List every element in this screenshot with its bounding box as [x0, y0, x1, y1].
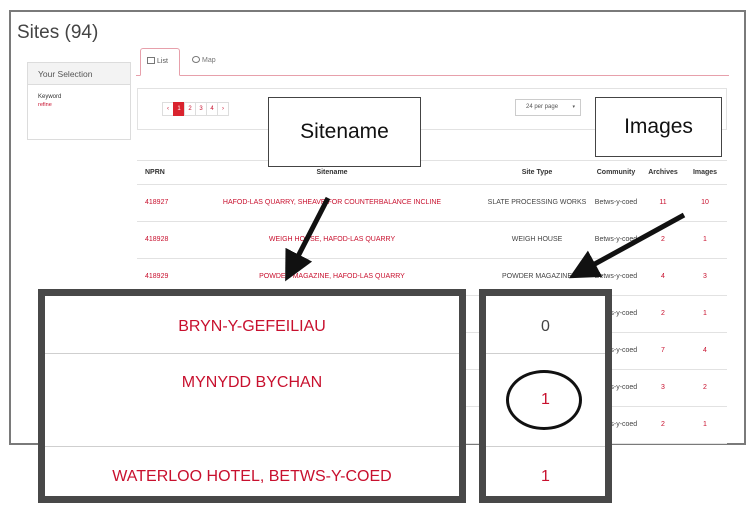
tab-map[interactable]: Map: [186, 48, 222, 76]
sitename-zoom-box: BRYN-Y-GEFEILIAU MYNYDD BYCHAN WATERLOO …: [38, 289, 466, 503]
images-link[interactable]: 2: [687, 370, 723, 406]
archives-link[interactable]: 4: [643, 259, 683, 295]
globe-icon: [192, 56, 200, 63]
nprn-link[interactable]: 418927: [145, 185, 189, 221]
zoom-divider: [486, 446, 605, 447]
view-tabs: List Map: [136, 48, 729, 76]
tab-list-label: List: [157, 58, 168, 65]
zoom-images-3[interactable]: 1: [486, 456, 605, 498]
zoom-images-2[interactable]: 1: [486, 380, 605, 420]
list-icon: [147, 57, 155, 64]
sitename-link[interactable]: HAFOD-LAS QUARRY, SHEAVE FOR COUNTERBALA…: [197, 185, 467, 221]
archives-link[interactable]: 2: [643, 222, 683, 258]
site-type-cell: WEIGH HOUSE: [511, 236, 563, 243]
per-page-value: 24 per page: [526, 104, 559, 110]
archives-link[interactable]: 2: [643, 407, 683, 443]
zoom-sitename-1[interactable]: BRYN-Y-GEFEILIAU: [45, 306, 459, 348]
archives-link[interactable]: 7: [643, 333, 683, 369]
refine-link[interactable]: refine: [38, 102, 130, 108]
zoom-sitename-2[interactable]: MYNYDD BYCHAN: [45, 363, 459, 403]
nprn-link[interactable]: 418928: [145, 222, 189, 258]
archives-link[interactable]: 2: [643, 296, 683, 332]
header-nprn[interactable]: NPRN: [145, 161, 189, 184]
images-link[interactable]: 1: [687, 296, 723, 332]
archives-link[interactable]: 3: [643, 370, 683, 406]
images-link[interactable]: 3: [687, 259, 723, 295]
tab-map-label: Map: [202, 57, 216, 64]
images-callout: Images: [595, 97, 722, 157]
pagination: ‹ 1 2 3 4 ›: [162, 102, 229, 116]
header-archives[interactable]: Archives: [643, 161, 683, 184]
your-selection-header: Your Selection: [28, 63, 130, 85]
zoom-sitename-3[interactable]: WATERLOO HOTEL, BETWS-Y-COED: [45, 456, 459, 498]
site-type-cell: SLATE PROCESSING WORKS: [487, 199, 587, 206]
community-cell: Betws-y-coed: [594, 236, 638, 243]
images-link[interactable]: 1: [687, 407, 723, 443]
table-header-row: NPRN Sitename Site Type Community Archiv…: [137, 161, 727, 185]
table-row: 418927 HAFOD-LAS QUARRY, SHEAVE FOR COUN…: [137, 185, 727, 222]
your-selection-panel: Your Selection Keyword refine: [27, 62, 131, 140]
images-link[interactable]: 10: [687, 185, 723, 221]
pager-next[interactable]: ›: [217, 102, 229, 116]
table-row: 418928 WEIGH HOUSE, HAFOD-LAS QUARRY WEI…: [137, 222, 727, 259]
zoom-divider: [45, 353, 459, 354]
page-title: Sites (94): [17, 22, 99, 43]
per-page-select[interactable]: 24 per page ▾: [515, 99, 581, 116]
archives-link[interactable]: 11: [643, 185, 683, 221]
sitename-link[interactable]: WEIGH HOUSE, HAFOD-LAS QUARRY: [197, 222, 467, 258]
zoom-divider: [45, 446, 459, 447]
images-link[interactable]: 1: [687, 222, 723, 258]
keyword-label: Keyword: [38, 94, 62, 100]
header-images[interactable]: Images: [687, 161, 723, 184]
zoom-divider: [486, 353, 605, 354]
header-community[interactable]: Community: [590, 161, 642, 184]
community-cell: Betws-y-coed: [594, 199, 638, 206]
zoom-images-1: 0: [541, 318, 550, 335]
sitename-callout: Sitename: [268, 97, 421, 167]
chevron-down-icon: ▾: [572, 104, 575, 110]
images-link[interactable]: 4: [687, 333, 723, 369]
header-site-type[interactable]: Site Type: [487, 161, 587, 184]
tab-list[interactable]: List: [140, 48, 180, 76]
images-zoom-box: 0 1 1: [479, 289, 612, 503]
